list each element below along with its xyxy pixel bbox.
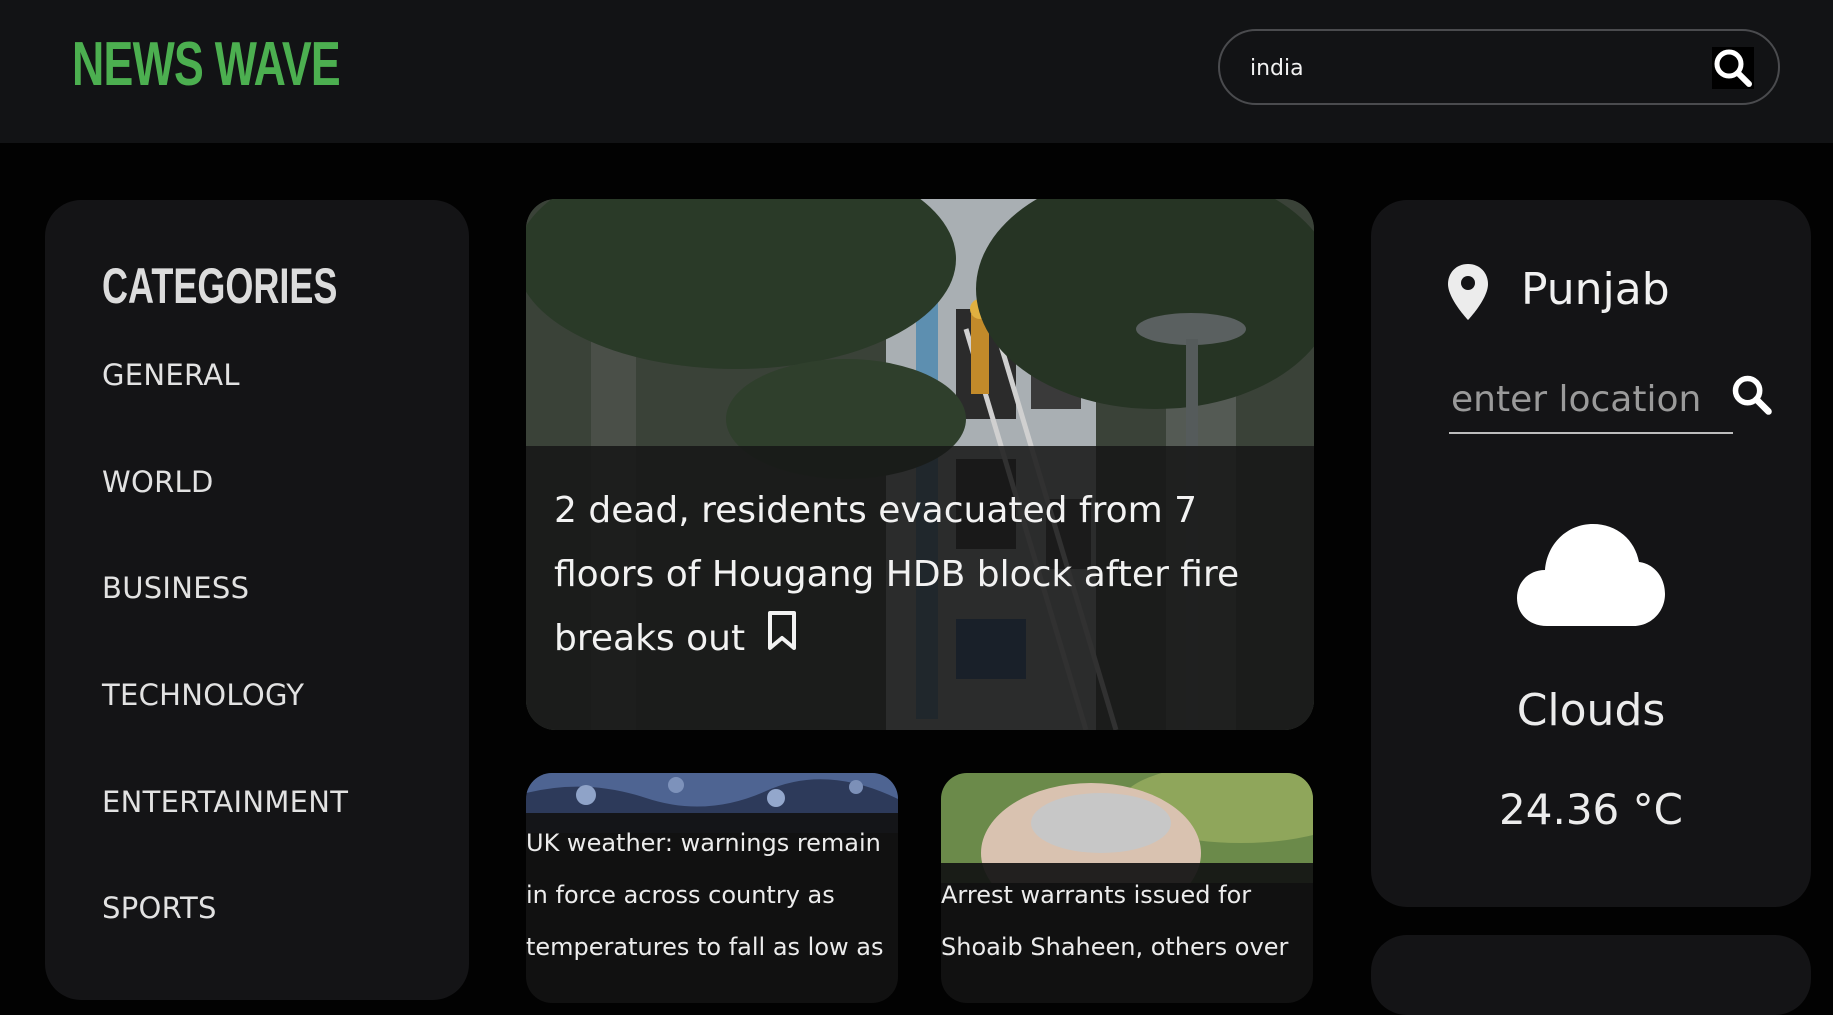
app-logo[interactable]: NEWS WAVE xyxy=(72,28,341,102)
news-card[interactable]: UK weather: warnings remain in force acr… xyxy=(526,773,898,1003)
featured-headline[interactable]: 2 dead, residents evacuated from 7 floor… xyxy=(554,479,1274,672)
categories-sidebar: CATEGORIES GENERAL WORLD BUSINESS TECHNO… xyxy=(45,200,469,1000)
location-field xyxy=(1449,370,1733,434)
top-header: NEWS WAVE xyxy=(0,0,1833,143)
sidebar-item-technology[interactable]: TECHNOLOGY xyxy=(102,678,304,712)
featured-headline-text: 2 dead, residents evacuated from 7 floor… xyxy=(554,490,1240,659)
weather-condition: Clouds xyxy=(1516,685,1666,736)
search-input[interactable] xyxy=(1248,47,1692,89)
secondary-panel xyxy=(1371,935,1811,1015)
sidebar-item-sports[interactable]: SPORTS xyxy=(102,891,217,925)
featured-article[interactable]: 2 dead, residents evacuated from 7 floor… xyxy=(526,199,1314,730)
search-icon xyxy=(1714,49,1752,87)
weather-temperature: 24.36 °C xyxy=(1499,785,1683,834)
bookmark-icon[interactable] xyxy=(767,608,797,672)
weather-widget: Punjab Clouds 24.36 °C xyxy=(1371,200,1811,907)
news-card-title: UK weather: warnings remain in force acr… xyxy=(526,829,884,961)
news-card-title: Arrest warrants issued for Shoaib Shahee… xyxy=(941,881,1289,961)
search-button[interactable] xyxy=(1712,47,1754,89)
news-card[interactable]: Arrest warrants issued for Shoaib Shahee… xyxy=(941,773,1313,1003)
search-bar xyxy=(1218,29,1780,105)
search-icon[interactable] xyxy=(1730,373,1774,417)
categories-title: CATEGORIES xyxy=(102,258,338,314)
sidebar-item-world[interactable]: WORLD xyxy=(102,465,214,499)
location-input[interactable] xyxy=(1449,370,1733,428)
sidebar-item-entertainment[interactable]: ENTERTAINMENT xyxy=(102,785,348,819)
cloud-icon xyxy=(1517,524,1665,626)
location-name: Punjab xyxy=(1521,264,1670,315)
location-pin-icon xyxy=(1448,264,1488,320)
sidebar-item-general[interactable]: GENERAL xyxy=(102,358,240,392)
sidebar-item-business[interactable]: BUSINESS xyxy=(102,571,249,605)
